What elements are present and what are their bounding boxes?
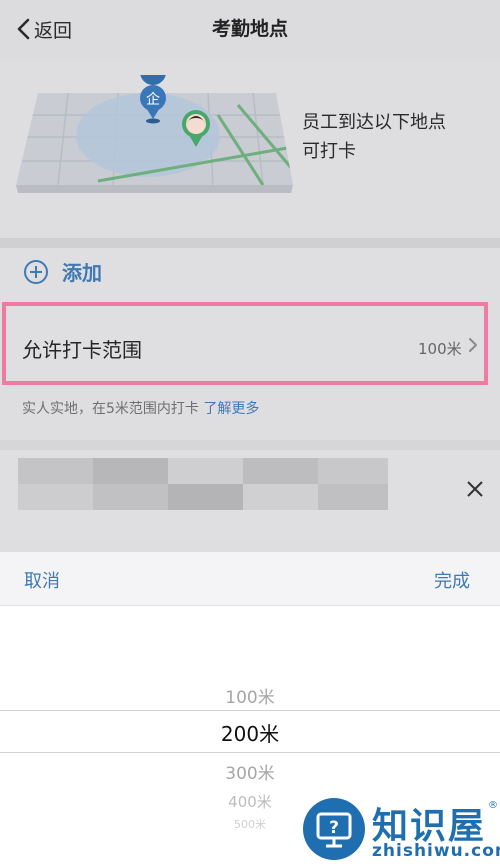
chevron-right-icon [469,338,477,352]
add-location-button[interactable]: 添加 [24,257,102,286]
monitor-question-icon: ? [316,812,352,848]
section-divider [0,440,500,450]
picker-toolbar [0,552,500,606]
add-label: 添加 [62,261,102,285]
page-title: 考勤地点 [211,18,288,40]
picker-option-selected[interactable]: 200米 [0,718,500,747]
watermark-registered: ® [488,800,498,811]
watermark-url: zhishiwu.com [372,841,500,861]
svg-text:企: 企 [146,91,160,108]
plus-circle-icon [24,259,48,284]
section-divider [0,238,500,248]
punch-range-value: 100米 [418,340,462,358]
picker-selection-line-top [0,710,500,711]
svg-text:?: ? [329,818,339,838]
punch-range-hint: 实人实地，在5米范围内打卡 了解更多 [22,398,259,418]
pixelated-address-block [18,458,388,510]
picker-option[interactable]: 100米 [0,683,500,708]
picker-option[interactable]: 300米 [0,759,500,784]
learn-more-link[interactable]: 了解更多 [203,401,259,417]
hint-text: 实人实地，在5米范围内打卡 [22,401,199,417]
hero-line-2: 可打卡 [302,141,356,162]
done-button[interactable]: 完成 [434,567,470,593]
hero-description: 员工到达以下地点 可打卡 [302,108,446,166]
picker-selection-line-bottom [0,752,500,753]
map-illustration: 企 [16,75,293,193]
close-icon[interactable] [462,476,488,502]
watermark-logo: ? [303,798,365,860]
cancel-button[interactable]: 取消 [24,567,60,593]
punch-range-label: 允许打卡范围 [22,338,142,362]
hero-line-1: 员工到达以下地点 [302,112,446,133]
